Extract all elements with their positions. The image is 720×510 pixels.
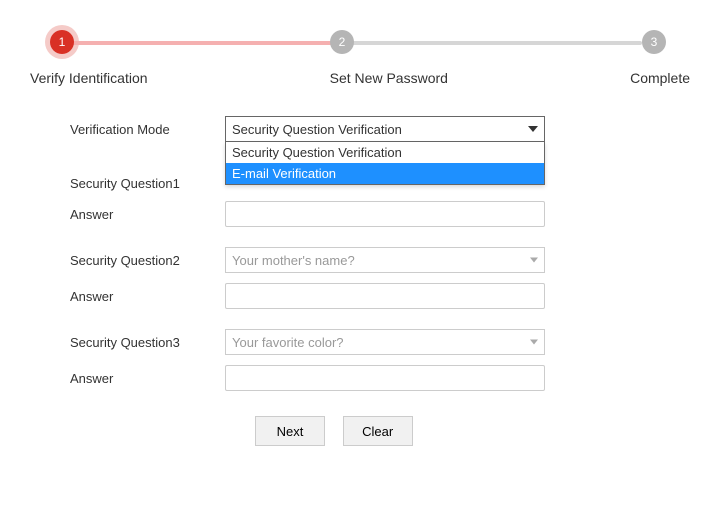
button-row: Next Clear xyxy=(255,416,680,446)
next-button[interactable]: Next xyxy=(255,416,325,446)
answer2-label: Answer xyxy=(70,289,225,304)
chevron-down-icon xyxy=(530,258,538,263)
answer1-input[interactable] xyxy=(225,201,545,227)
security-question3-placeholder: Your favorite color? xyxy=(232,335,344,350)
security-question2-placeholder: Your mother's name? xyxy=(232,253,355,268)
step-node-2: 2 xyxy=(330,30,354,54)
step-label-2: Set New Password xyxy=(330,70,448,86)
security-question3-select[interactable]: Your favorite color? xyxy=(225,329,545,355)
security-question3-label: Security Question3 xyxy=(70,335,225,350)
answer2-input[interactable] xyxy=(225,283,545,309)
track-segment-1 xyxy=(62,41,342,45)
verification-mode-selected: Security Question Verification xyxy=(232,122,402,137)
answer3-label: Answer xyxy=(70,371,225,386)
form: Verification Mode Security Question Veri… xyxy=(70,116,680,446)
verification-mode-select[interactable]: Security Question Verification xyxy=(225,116,545,142)
step-node-1: 1 xyxy=(50,30,74,54)
verification-mode-option-1[interactable]: E-mail Verification xyxy=(226,163,544,184)
step-label-3: Complete xyxy=(630,70,690,86)
answer3-input[interactable] xyxy=(225,365,545,391)
track-segment-2 xyxy=(342,41,642,45)
chevron-down-icon xyxy=(530,340,538,345)
security-question2-label: Security Question2 xyxy=(70,253,225,268)
progress-stepper: 1 2 3 xyxy=(50,30,670,56)
step-labels: Verify Identification Set New Password C… xyxy=(40,70,680,86)
chevron-down-icon xyxy=(528,126,538,132)
step-label-1: Verify Identification xyxy=(30,70,148,86)
verification-mode-option-0[interactable]: Security Question Verification xyxy=(226,142,544,163)
verification-mode-dropdown: Security Question Verification E-mail Ve… xyxy=(225,142,545,185)
security-question1-label: Security Question1 xyxy=(70,176,225,191)
verification-mode-label: Verification Mode xyxy=(70,122,225,137)
answer1-label: Answer xyxy=(70,207,225,222)
clear-button[interactable]: Clear xyxy=(343,416,413,446)
security-question2-select[interactable]: Your mother's name? xyxy=(225,247,545,273)
step-node-3: 3 xyxy=(642,30,666,54)
